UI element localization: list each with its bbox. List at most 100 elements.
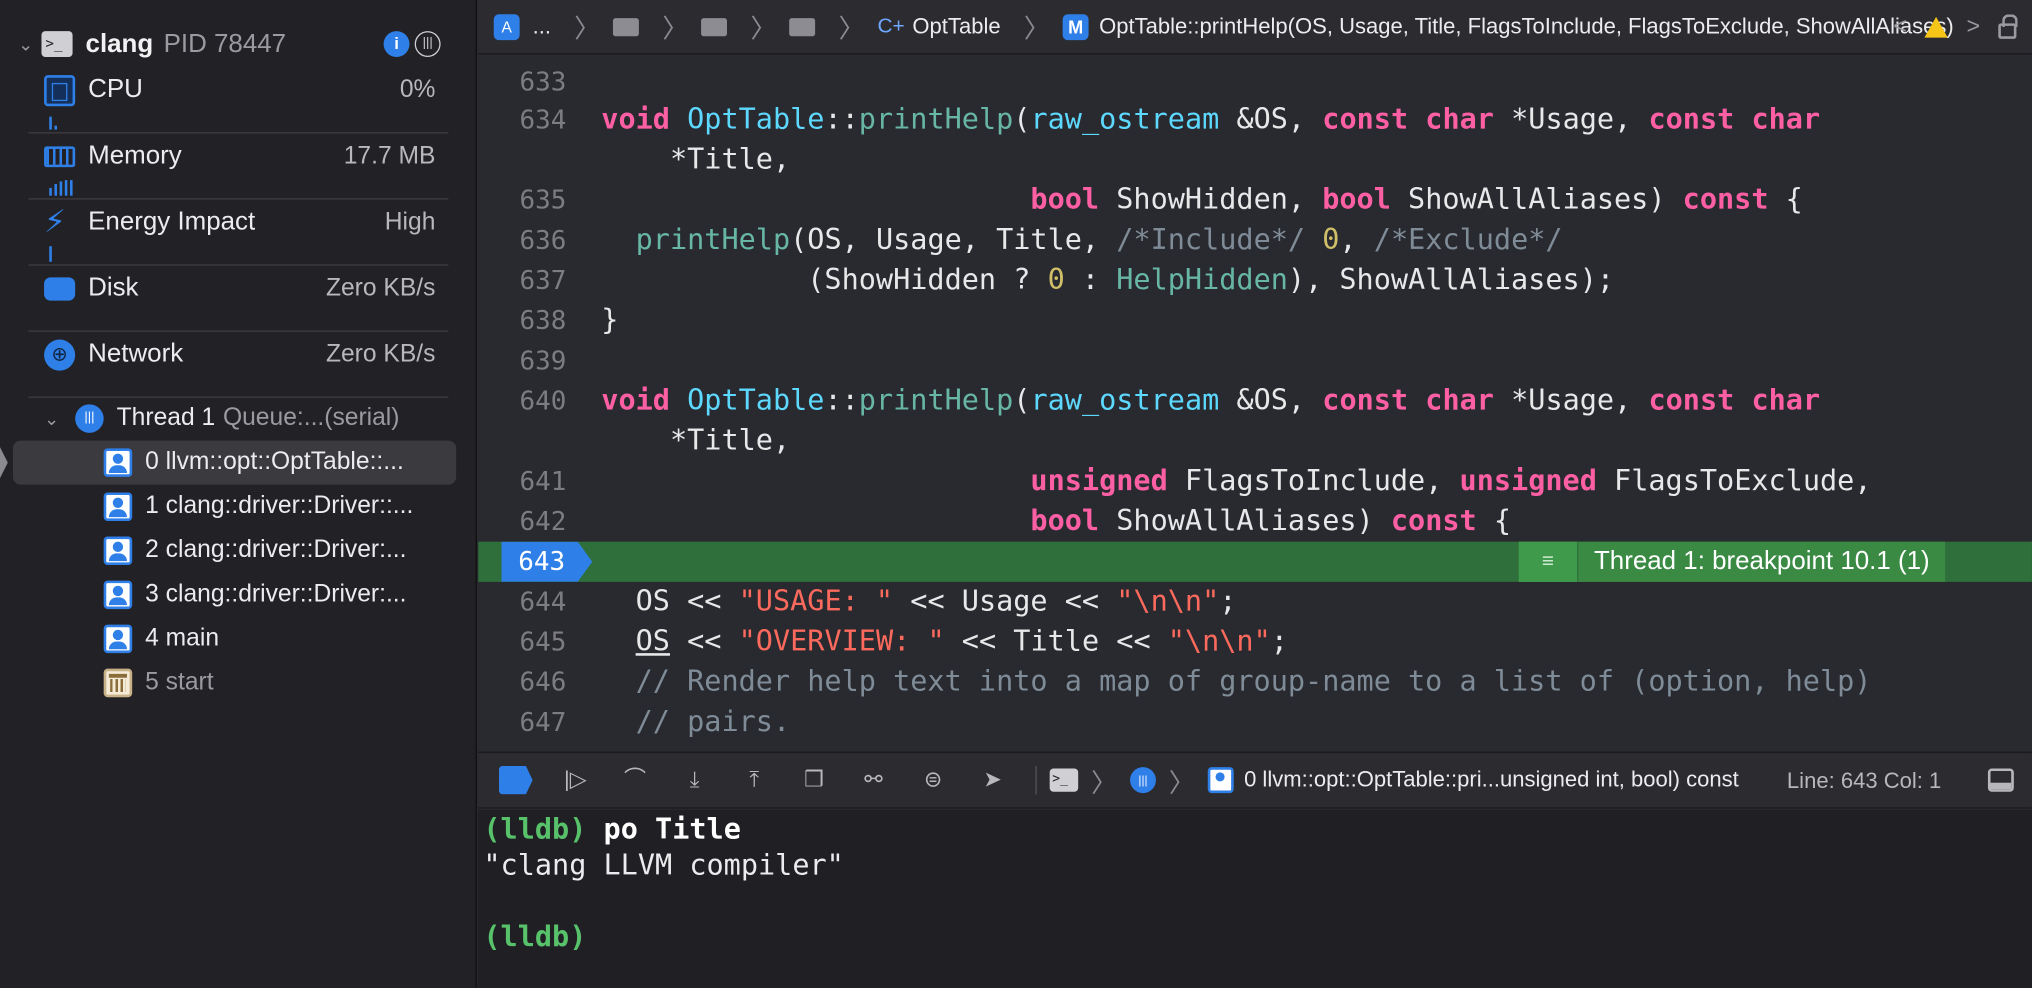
line-number: 639 xyxy=(519,344,567,376)
user-frame-icon xyxy=(103,536,133,566)
lldb-console[interactable]: (lldb) po Title "clang LLVM compiler" (l… xyxy=(478,809,2032,988)
line-number: 647 xyxy=(519,706,567,738)
code-line: 647 // pairs. xyxy=(478,702,2032,742)
user-frame-icon xyxy=(103,492,133,521)
gauge-label: CPU xyxy=(88,75,143,104)
line-col-indicator: Line: 643 Col: 1 xyxy=(1786,768,1942,794)
thread-row[interactable]: ⌄ ||| Thread 1 Queue:...(serial) xyxy=(44,402,400,436)
continue-icon[interactable]: |▷ xyxy=(559,766,593,795)
chevron-right-icon[interactable]: > xyxy=(1967,13,1981,40)
stack-frame[interactable]: 1 clang::driver::Driver::... xyxy=(13,485,456,529)
stack-frame[interactable]: 5 start xyxy=(13,661,456,705)
warning-icon[interactable] xyxy=(1925,16,1949,37)
line-number: 645 xyxy=(519,625,567,658)
view-hierarchy-icon[interactable]: ❒ xyxy=(797,766,831,795)
gauge-label: Disk xyxy=(88,273,139,302)
memory-icon xyxy=(44,146,76,168)
environment-overrides-icon[interactable]: ⊜ xyxy=(916,766,950,795)
current-frame[interactable]: 0 llvm::opt::OptTable::pri...unsigned in… xyxy=(1244,767,1739,793)
code-line: 635 bool ShowHidden, bool ShowAllAliases… xyxy=(478,180,2032,220)
divider xyxy=(1035,765,1037,795)
line-number: 642 xyxy=(519,505,567,537)
source-editor[interactable]: 633 634 void OptTable::printHelp(raw_ostr… xyxy=(478,55,2032,752)
debug-bar: |▷ ⌒ ⤓ ⤒ ❒ ⚯ ⊜ ➤ >_ 〉 ||| 〉 0 llvm::opt:… xyxy=(478,751,2032,809)
chevron-left-icon[interactable]: < xyxy=(1893,13,1907,40)
lldb-prompt[interactable]: (lldb) xyxy=(483,921,586,953)
gauge-energy[interactable]: ⚡ Energy Impact High xyxy=(28,200,449,266)
frame-label: 1 clang::driver::Driver::... xyxy=(145,492,414,520)
process-row[interactable]: ⌄ >_ clang PID 78447 i ||| xyxy=(18,26,459,62)
breakpoint-marker[interactable]: 643 xyxy=(501,541,593,582)
code-line: 640 void OptTable::printHelp(raw_ostream … xyxy=(478,381,2032,421)
frame-label: 4 main xyxy=(145,624,220,652)
code-line: 645 xyxy=(478,622,2032,662)
code-line: 644 OS << "USAGE: " << Usage << "\n\n"; xyxy=(478,582,2032,622)
debug-navigator: ⌄ >_ clang PID 78447 i ||| CPU 0% Memory… xyxy=(0,0,477,988)
jump-bar-folder[interactable] xyxy=(613,17,640,36)
current-line-highlight: 643 OS << "OVERVIEW: " << Title << "\n\n… xyxy=(478,541,2032,658)
gauge-disk[interactable]: Disk Zero KB/s xyxy=(28,266,449,332)
library-frame-icon xyxy=(103,668,133,698)
user-frame-icon xyxy=(1207,767,1234,794)
gauge-value: 17.7 MB xyxy=(343,142,436,170)
chevron-down-icon[interactable]: ⌄ xyxy=(18,33,41,55)
jump-bar-folder[interactable] xyxy=(701,17,728,36)
gauge-cpu[interactable]: CPU 0% xyxy=(28,67,449,134)
lock-icon[interactable] xyxy=(1998,13,2018,39)
thread-icon[interactable]: ||| xyxy=(1130,767,1156,794)
energy-sparkline xyxy=(49,241,52,262)
thread-icon: ||| xyxy=(75,404,104,433)
thread-queue: Queue:...(serial) xyxy=(222,404,400,432)
code-line: 636 printHelp(OS, Usage, Title, /*Includ… xyxy=(478,220,2032,260)
threads-icon[interactable]: ||| xyxy=(414,31,441,58)
lldb-prompt: (lldb) xyxy=(483,813,587,847)
terminal-icon[interactable]: >_ xyxy=(1049,768,1079,792)
user-frame-icon xyxy=(103,580,133,610)
jump-bar-file[interactable]: C+ OptTable xyxy=(878,14,1001,40)
toggle-panel-icon[interactable] xyxy=(1987,768,2014,792)
stack-frame[interactable]: 0 llvm::opt::OptTable::... xyxy=(12,440,457,485)
chevron-right-icon: 〉 xyxy=(838,15,865,45)
breakpoint-annotation[interactable]: ≡ Thread 1: breakpoint 10.1 (1) xyxy=(1518,541,1946,582)
list-icon[interactable]: ≡ xyxy=(1518,541,1579,582)
frame-label: 5 start xyxy=(145,668,214,696)
chevron-right-icon: 〉 xyxy=(662,15,689,45)
process-name: clang xyxy=(85,29,154,58)
stack-frame[interactable]: 3 clang::driver::Driver:... xyxy=(13,573,456,617)
gauge-value: Zero KB/s xyxy=(325,274,436,302)
line-number: 638 xyxy=(519,304,567,336)
step-over-icon[interactable]: ⌒ xyxy=(618,766,652,795)
step-out-icon[interactable]: ⤒ xyxy=(737,766,771,795)
gauge-network[interactable]: ⊕ Network Zero KB/s xyxy=(28,332,449,398)
jump-bar-method-label: OptTable::printHelp(OS, Usage, Title, Fl… xyxy=(1099,13,1954,39)
chevron-right-icon: 〉 xyxy=(1023,15,1050,45)
line-number: 636 xyxy=(519,224,567,256)
step-into-icon[interactable]: ⤓ xyxy=(678,766,712,795)
stack-frame[interactable]: 4 main xyxy=(13,617,456,661)
breakpoints-toggle-icon[interactable] xyxy=(498,765,533,795)
jump-bar-method[interactable]: M OptTable::printHelp(OS, Usage, Title, … xyxy=(1062,13,1954,40)
code-line: 646 // Render help text into a map of gr… xyxy=(478,662,2032,702)
line-number: 634 xyxy=(519,103,567,135)
cpp-file-icon: C+ xyxy=(877,14,905,37)
console-command: po Title xyxy=(603,813,741,847)
memory-graph-icon[interactable]: ⚯ xyxy=(857,766,891,795)
location-icon[interactable]: ➤ xyxy=(976,766,1010,795)
chevron-down-icon[interactable]: ⌄ xyxy=(44,408,75,430)
jump-bar-project[interactable]: A ... xyxy=(493,13,551,40)
globe-icon: ⊕ xyxy=(44,339,76,371)
jump-bar: A ... 〉 〉 〉 〉 C+ OptTable 〉 M OptTable::… xyxy=(478,0,2032,55)
code-line: 641 unsigned FlagsToInclude, unsigned Fl… xyxy=(478,461,2032,501)
gauge-memory[interactable]: Memory 17.7 MB xyxy=(28,133,449,200)
code-line: 634 void OptTable::printHelp(raw_ostream … xyxy=(478,100,2032,140)
app-icon: A xyxy=(493,13,520,40)
jump-bar-folder[interactable] xyxy=(789,17,816,36)
gauge-label: Memory xyxy=(88,141,182,170)
selection-marker xyxy=(0,447,8,479)
stack-frame[interactable]: 2 clang::driver::Driver:... xyxy=(13,529,456,573)
cpu-sparkline xyxy=(49,109,58,130)
info-icon[interactable]: i xyxy=(383,31,410,58)
code-line: 639 xyxy=(478,341,2032,381)
gauge-label: Energy Impact xyxy=(88,207,256,236)
